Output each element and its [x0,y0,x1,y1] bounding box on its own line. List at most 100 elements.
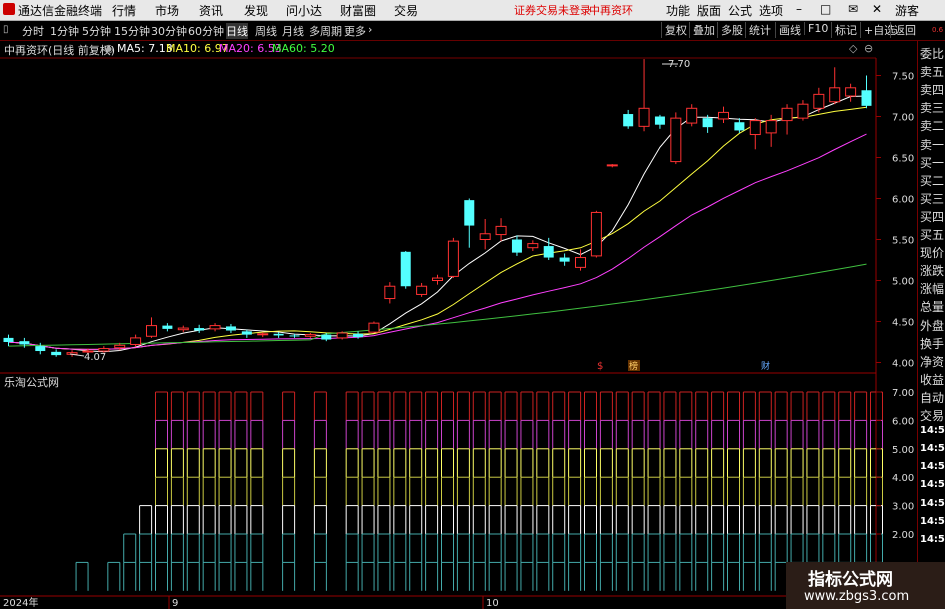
indicator-bars [75,391,883,591]
low-price-label: 4.07 [84,352,106,363]
main-tick-label: 5.50 [892,236,914,247]
marker-finance[interactable]: 财 [761,360,770,372]
candle-body-down [51,351,62,356]
sidebar-item-2[interactable]: 卖四 [920,81,944,98]
candle-body-up [209,325,221,330]
candle-body-down [734,122,745,131]
main-tick-label: 4.00 [892,359,914,370]
marker-rank[interactable]: 榜 [629,360,638,372]
sidebar-item-18[interactable]: 收益 [920,371,944,388]
sidebar-item-3[interactable]: 卖三 [920,99,944,116]
candle-body-up [797,103,809,119]
marker-dollar[interactable]: $ [597,361,603,372]
sidebar-item-14[interactable]: 总量 [920,298,944,315]
ind-tick-label: 6.00 [892,416,914,427]
candle-body-up [257,333,269,336]
candle-body-up [718,111,729,120]
candle-body-down [194,328,205,331]
candle-body-down [559,257,570,262]
candle-body-down [162,325,173,329]
candle-body-up [98,348,110,352]
candle-body-down [464,200,475,226]
candle-body-up [845,87,857,97]
sidebar-item-8[interactable]: 买三 [920,190,944,207]
sidebar-item-1[interactable]: 卖五 [920,63,944,80]
ma20-line [8,133,867,350]
candle-body-down [511,239,522,253]
candle-body-up [813,93,825,109]
main-tick-label: 6.50 [892,154,914,165]
ind-tick-label: 3.00 [892,502,914,513]
candle-body-up [829,87,841,103]
main-tick-label: 7.00 [892,113,914,124]
candle-body-up [384,285,396,300]
ind-tick-label: 5.00 [892,445,914,456]
sidebar-item-27: 14:56 [920,533,945,545]
ma10-line [8,106,867,350]
candle-body-down [35,346,46,352]
candle-body-up [686,107,698,124]
candle-body-down [19,341,30,345]
candle-body-up [765,120,777,134]
sidebar-item-21: 14:56 [920,425,945,437]
indicator-title: 乐淘公式网 [4,376,59,389]
sidebar-item-9[interactable]: 买四 [920,208,944,225]
candle-body-up [479,233,491,240]
candle-body-down [241,331,252,335]
candle-body-up [638,107,650,127]
kline-chart[interactable]: 7.50 7.00 6.50 6.00 5.50 5.00 4.50 4.00 7.00 6.0… [0,0,945,609]
candle-body-down [861,90,872,106]
candle-body-up [304,334,316,337]
ma-lines [8,95,867,353]
ind-tick-label: 4.00 [892,473,914,484]
sidebar-item-19[interactable]: 自动 [920,389,944,406]
candle-body-up [527,243,539,249]
sidebar-item-12[interactable]: 涨跌 [920,262,944,279]
sidebar-item-16[interactable]: 换手 [920,335,944,352]
sidebar-item-15[interactable]: 外盘 [920,317,944,334]
candle-body-up [781,107,793,122]
sidebar-item-20[interactable]: 交易 [920,407,944,424]
sidebar-item-24: 14:56 [920,479,945,491]
sidebar-item-22: 14:56 [920,443,945,455]
sidebar-item-5[interactable]: 卖一 [920,136,944,153]
candle-body-up [146,325,157,337]
candle-body-down [273,333,284,336]
candle-body-down [3,337,14,342]
ind-tick-label: 2.00 [892,530,914,541]
sidebar-item-17[interactable]: 净资 [920,353,944,370]
candle-body-up [749,120,761,136]
sidebar-item-25: 14:56 [920,497,945,509]
date-label-sep: 9 [172,598,178,609]
sidebar-item-13[interactable]: 涨幅 [920,280,944,297]
sidebar-item-11[interactable]: 现价 [920,244,944,261]
candle-body-down [543,246,554,258]
main-tick-label: 6.00 [892,195,914,206]
candle-body-down [623,114,634,127]
candle-body-up [575,257,586,268]
main-tick-label: 5.00 [892,277,914,288]
sidebar-item-10[interactable]: 买五 [920,226,944,243]
candle-body-up [606,164,618,167]
sidebar-item-23: 14:56 [920,461,945,473]
sidebar-item-26: 14:56 [920,515,945,527]
candle-body-down [702,118,713,128]
candle-body-up [130,337,142,345]
date-label-year: 2024年 [3,596,38,609]
date-label-oct: 10 [486,598,499,609]
candle-body-down [400,251,411,287]
candle-body-down [654,116,665,125]
watermark-logo: 指标公式网 www.zbgs3.com [786,562,945,609]
sidebar-item-7[interactable]: 买二 [920,172,944,189]
candle-body-up [177,327,189,331]
candle-body-down [289,335,300,337]
candle-body-down [353,333,364,338]
sidebar-item-6[interactable]: 买一 [920,154,944,171]
sidebar-item-4[interactable]: 卖二 [920,117,944,134]
candle-body-up [416,285,428,295]
main-tick-label: 4.50 [892,318,914,329]
sidebar-item-0[interactable]: 委比 [920,45,944,62]
quote-sidebar: 0.6 委比 卖五 卖四 卖三 卖二卖一 买一 买二 买三 买四 买五 现价 涨跌 涨幅 总量外盘 换手 净资… [917,26,945,609]
sidebar-small-value: 0.6 [932,26,944,34]
candle-body-down [225,326,236,331]
